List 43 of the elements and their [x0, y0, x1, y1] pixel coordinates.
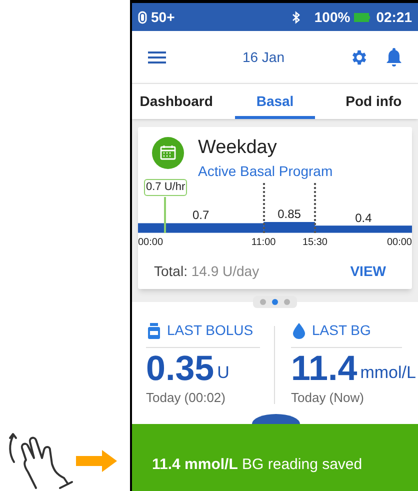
- view-button[interactable]: VIEW: [350, 261, 386, 282]
- clock: 02:21: [376, 8, 412, 26]
- notification-bell-icon[interactable]: [386, 48, 402, 66]
- current-time-line: [164, 197, 166, 233]
- total-label: Total:: [154, 263, 188, 279]
- menu-icon[interactable]: [148, 50, 166, 64]
- time-label: 11:00: [251, 236, 276, 250]
- segment-divider: [262, 183, 265, 233]
- floating-button[interactable]: [252, 414, 300, 424]
- tab[interactable]: Dashboard: [136, 84, 217, 119]
- page-indicator[interactable]: [253, 296, 297, 308]
- rate-label: 0.7: [192, 207, 210, 224]
- stat-value: 0.35: [146, 350, 214, 388]
- stat-time: Today (00:02): [146, 389, 226, 407]
- stat-label: LAST BOLUS: [167, 321, 254, 340]
- time-label: 15:30: [302, 236, 328, 250]
- program-name: Weekday: [198, 137, 278, 159]
- stat-unit: U: [217, 362, 230, 384]
- rate-label: 0.4: [355, 210, 372, 227]
- arrow-icon: [76, 450, 117, 472]
- pod-icon: [138, 10, 147, 24]
- battery-icon: [354, 12, 370, 22]
- battery-percent: 100%: [314, 8, 350, 26]
- stat-unit: mmol/L: [360, 362, 416, 384]
- stat-label: LAST BG: [312, 321, 371, 340]
- total-value: 14.9 U/day: [191, 263, 260, 279]
- stat-time: Today (Now): [291, 389, 365, 407]
- time-label: 00:00: [386, 236, 412, 250]
- rate-label: 0.85: [278, 206, 301, 224]
- segment-divider: [314, 183, 316, 233]
- time-label: 00:00: [138, 236, 164, 250]
- bluetooth-icon: [292, 10, 300, 24]
- calendar-icon: [152, 137, 184, 169]
- vial-icon: [148, 322, 160, 338]
- date-title: 16 Jan: [241, 48, 286, 66]
- tab[interactable]: Pod info: [333, 84, 414, 119]
- drop-icon: [293, 322, 305, 338]
- pod-level: 50+: [151, 8, 175, 26]
- program-status: Active Basal Program: [198, 162, 333, 181]
- current-rate-tag: 0.7 U/hr: [144, 179, 188, 196]
- toast-message: 11.4 mmol/L BG reading saved: [152, 455, 362, 475]
- tab[interactable]: Basal: [234, 84, 316, 119]
- stat-value: 11.4: [291, 350, 358, 388]
